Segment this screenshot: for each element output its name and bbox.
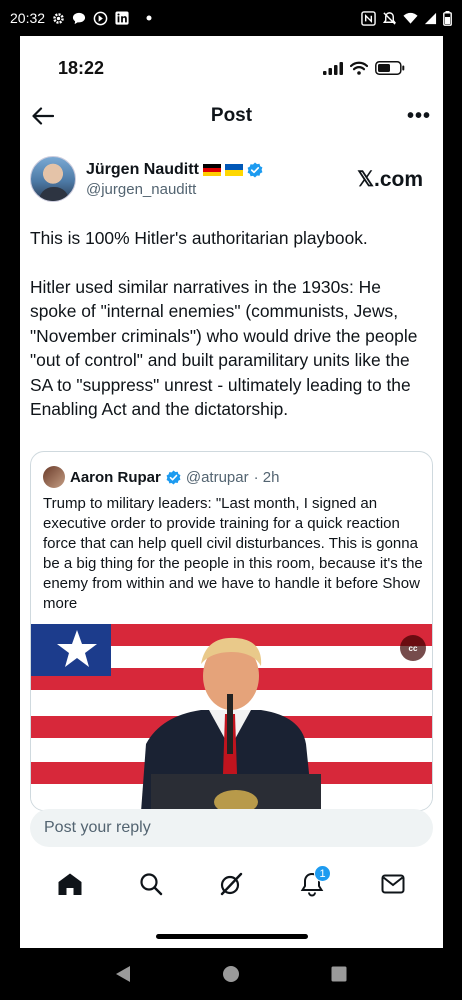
bottom-tab-bar: 1 <box>20 864 443 904</box>
post-paragraph-1: This is 100% Hitler's authoritarian play… <box>30 228 368 248</box>
ios-wifi-icon <box>350 61 368 75</box>
chat-bubble-icon <box>72 12 86 25</box>
messages-icon <box>381 874 405 894</box>
android-navigation-bar <box>0 948 462 1000</box>
reply-input[interactable]: Post your reply <box>30 809 433 847</box>
signal-icon <box>424 12 437 25</box>
closed-captions-button[interactable]: cc <box>400 635 426 661</box>
gear-icon <box>52 12 65 25</box>
quoted-post[interactable]: Aaron Rupar @atrupar · 2h Trump to milit… <box>30 451 433 811</box>
dot-icon <box>146 15 152 21</box>
x-com-watermark: 𝕏.com <box>357 167 423 191</box>
ios-battery-icon <box>375 61 405 75</box>
post-author: Jürgen Nauditt @jurgen_nauditt 𝕏.com <box>30 154 433 204</box>
quote-avatar[interactable] <box>43 466 65 488</box>
mute-icon <box>382 11 397 26</box>
author-handle: @jurgen_nauditt <box>86 180 197 198</box>
verified-badge-icon <box>166 469 181 485</box>
verified-badge-icon <box>247 162 263 178</box>
accessibility-icon <box>93 11 108 26</box>
linkedin-icon <box>115 11 129 25</box>
video-frame <box>31 624 432 810</box>
quote-video[interactable]: cc <box>31 624 432 810</box>
ios-home-indicator[interactable] <box>156 934 308 939</box>
nfc-icon <box>361 10 376 26</box>
quote-author-name[interactable]: Aaron Rupar <box>70 469 161 486</box>
quote-text: Trump to military leaders: "Last month, … <box>43 494 428 614</box>
avatar[interactable] <box>30 156 76 202</box>
tab-messages[interactable] <box>373 866 413 902</box>
wifi-icon <box>403 12 418 25</box>
quote-author-handle: @atrupar <box>185 468 249 486</box>
back-triangle-icon[interactable] <box>115 965 131 983</box>
post-screenshot: 18:22 Post ••• Jürgen Nauditt @jurgen_na… <box>20 36 443 948</box>
ios-status-bar: 18:22 <box>20 54 443 82</box>
tab-notifications[interactable]: 1 <box>292 865 332 902</box>
author-name[interactable]: Jürgen Nauditt <box>86 161 199 179</box>
tab-search[interactable] <box>131 866 171 902</box>
tab-home[interactable] <box>50 866 90 902</box>
android-status-bar: 20:32 <box>0 0 462 36</box>
quote-timestamp: · 2h <box>253 468 280 486</box>
post-header: Post ••• <box>20 98 443 134</box>
post-paragraph-2: Hitler used similar narratives in the 19… <box>30 276 418 420</box>
reply-placeholder: Post your reply <box>44 819 151 836</box>
home-circle-icon[interactable] <box>222 965 240 983</box>
page-title: Post <box>210 105 253 126</box>
quote-body: Trump to military leaders: "Last month, … <box>43 495 423 592</box>
tab-grok[interactable] <box>211 866 251 902</box>
search-icon <box>139 872 163 896</box>
more-options-button[interactable]: ••• <box>407 105 431 128</box>
home-icon <box>57 872 83 896</box>
ukraine-flag-icon <box>224 163 243 176</box>
recents-square-icon[interactable] <box>331 966 347 982</box>
german-flag-icon <box>202 163 221 176</box>
notification-badge: 1 <box>314 865 332 882</box>
grok-icon <box>219 872 243 896</box>
battery-icon <box>443 10 452 26</box>
cellular-signal-icon <box>323 61 343 75</box>
ios-status-time: 18:22 <box>58 57 105 78</box>
arrow-left-icon[interactable] <box>32 107 54 125</box>
android-status-time: 20:32 <box>10 10 46 26</box>
post-body: This is 100% Hitler's authoritarian play… <box>30 226 430 446</box>
